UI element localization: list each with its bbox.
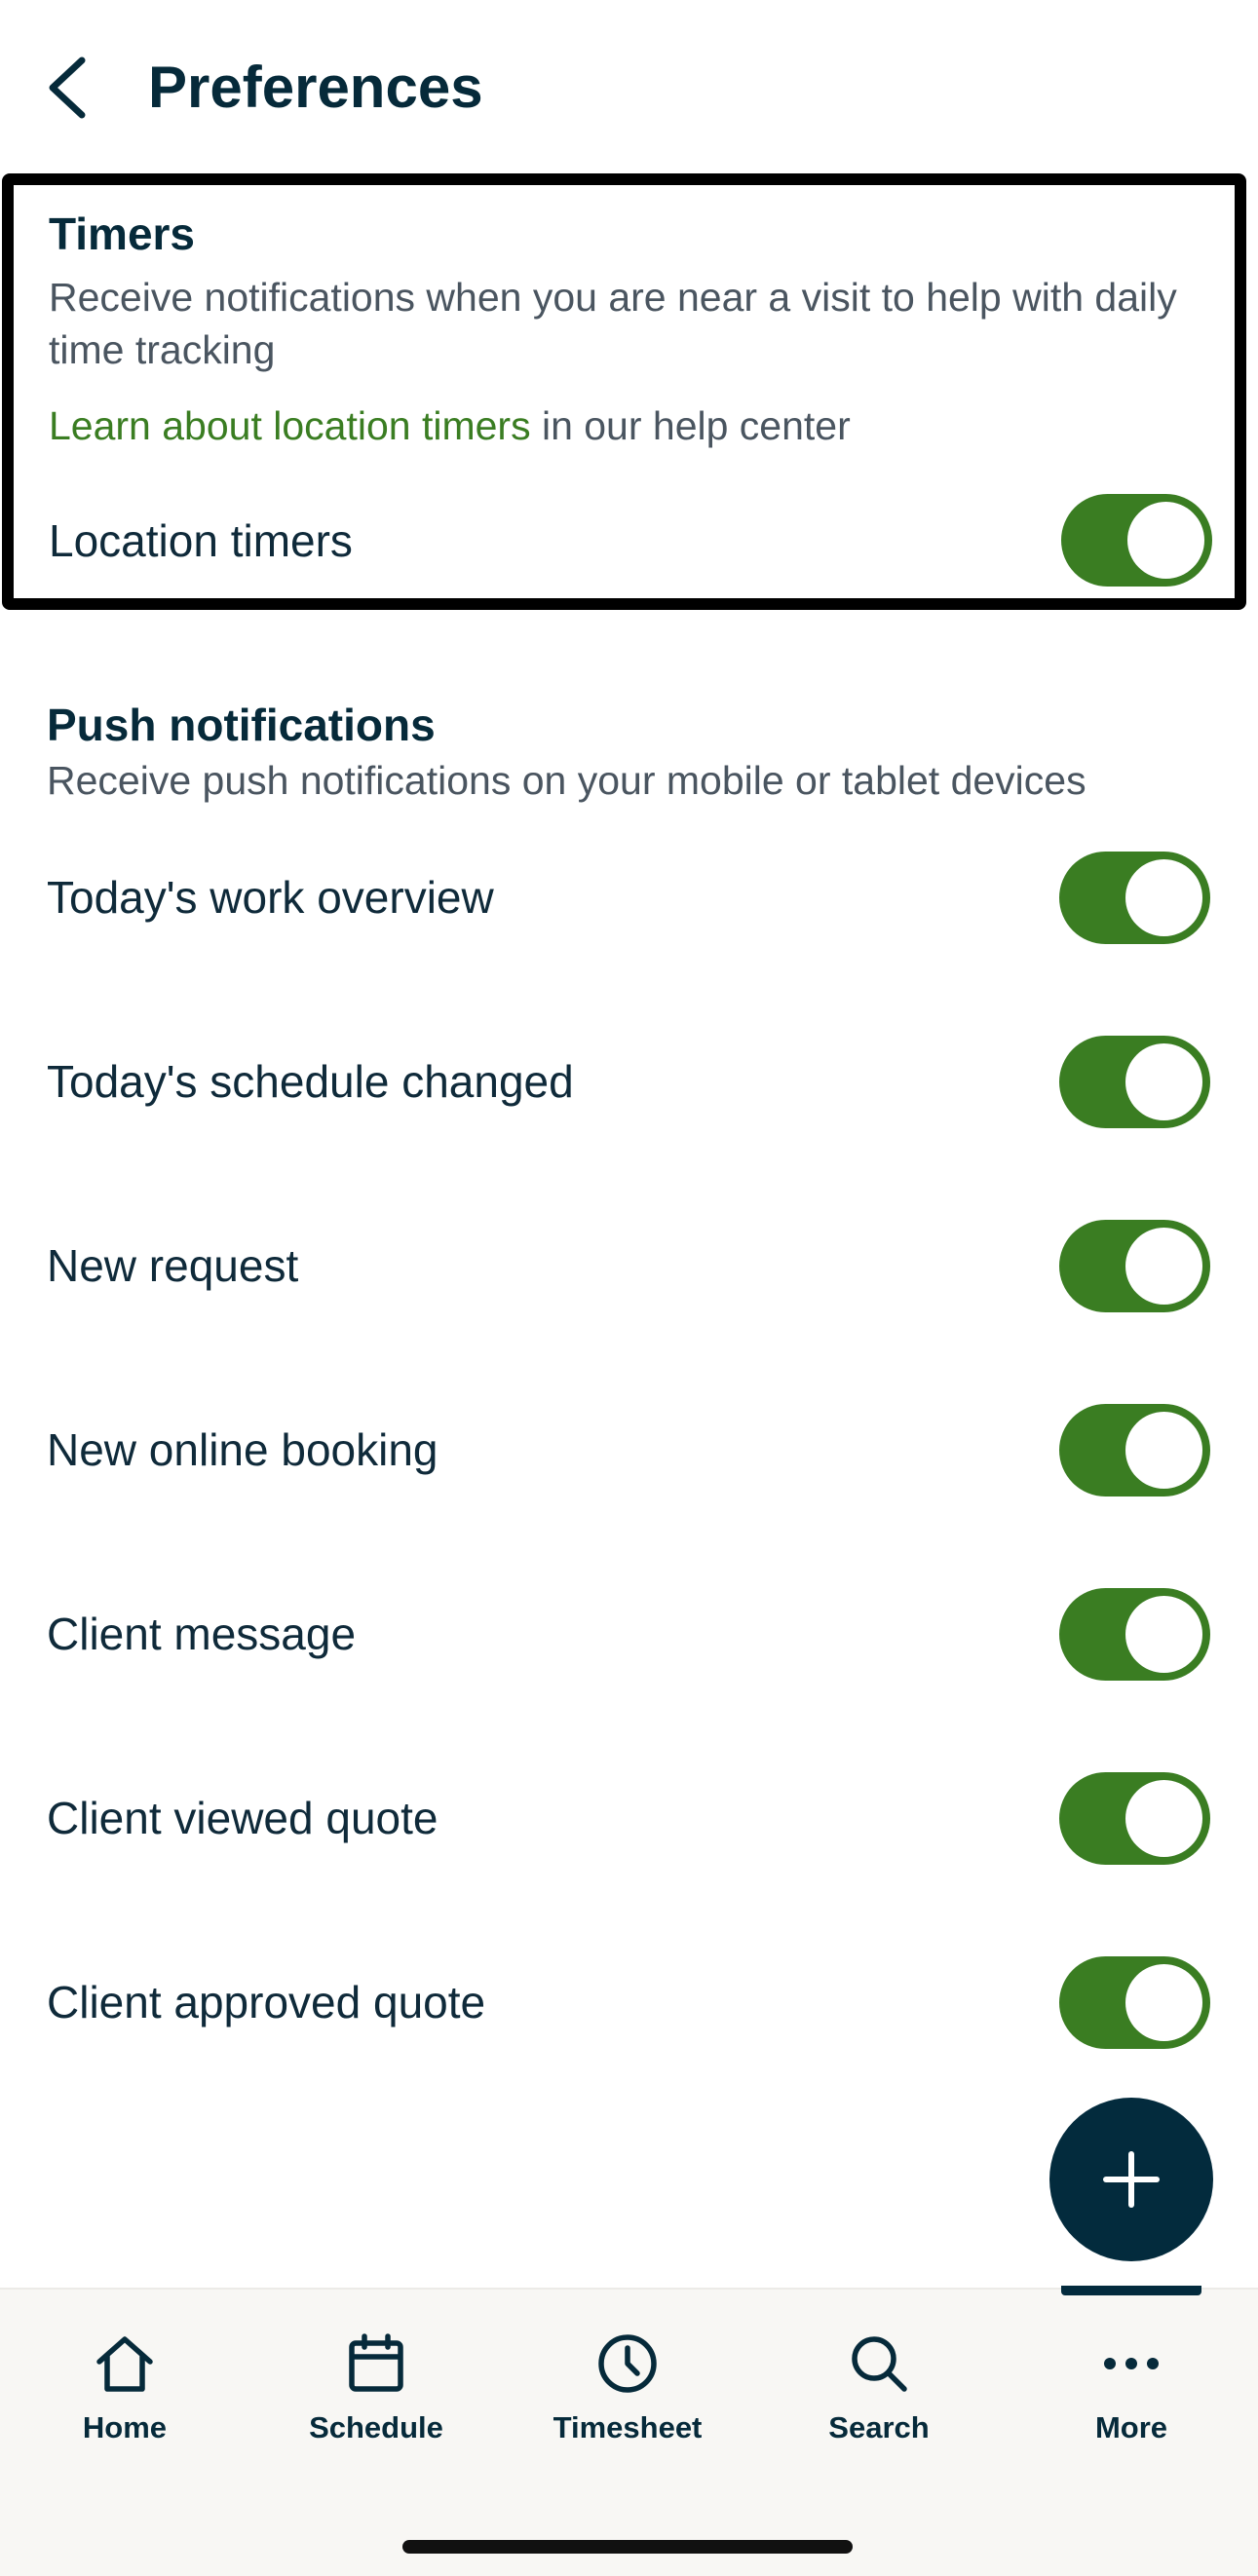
plus-icon (1103, 2151, 1160, 2208)
push-title: Push notifications (47, 700, 436, 750)
nav-item-timesheet[interactable]: Timesheet (530, 2329, 725, 2465)
toggle-viewed-quote[interactable] (1059, 1772, 1210, 1865)
back-button[interactable] (39, 49, 94, 127)
help-center-suffix: in our help center (530, 403, 851, 448)
nav-label-timesheet: Timesheet (553, 2410, 703, 2444)
toggle-knob (1127, 502, 1204, 579)
home-indicator[interactable] (402, 2540, 853, 2554)
location-timers-toggle[interactable] (1061, 494, 1212, 587)
toggle-knob (1125, 1043, 1202, 1120)
setting-label-work-overview: Today's work overview (47, 872, 494, 923)
setting-label-approved-quote: Client approved quote (47, 1977, 486, 2027)
nav-item-schedule[interactable]: Schedule (279, 2329, 474, 2465)
location-timers-label: Location timers (49, 515, 353, 566)
nav-label-schedule: Schedule (309, 2410, 443, 2444)
nav-label-more: More (1094, 2410, 1168, 2444)
nav-label-home: Home (82, 2410, 168, 2444)
add-button[interactable] (1049, 2098, 1213, 2261)
nav-item-search[interactable]: Search (781, 2329, 976, 2465)
setting-label-new-request: New request (47, 1240, 299, 1291)
learn-location-timers-link[interactable]: Learn about location timers (49, 403, 531, 448)
nav-label-search: Search (828, 2410, 930, 2444)
nav-item-home[interactable]: Home (27, 2329, 222, 2465)
nav-item-more[interactable]: More (1034, 2329, 1229, 2465)
active-tab-indicator (1061, 2286, 1201, 2295)
toggle-client-message[interactable] (1059, 1588, 1210, 1681)
page-title: Preferences (148, 55, 483, 120)
setting-label-online-booking: New online booking (47, 1424, 438, 1475)
setting-label-client-message: Client message (47, 1609, 357, 1659)
toggle-knob (1125, 1228, 1202, 1305)
search-icon (852, 2336, 907, 2392)
toggle-schedule-changed[interactable] (1059, 1036, 1210, 1128)
toggle-knob (1125, 859, 1202, 936)
timers-help-line: Learn about location timers in our help … (49, 399, 851, 452)
setting-label-schedule-changed: Today's schedule changed (47, 1056, 574, 1107)
toggle-knob (1125, 1780, 1202, 1857)
more-icon (1104, 2358, 1159, 2369)
setting-label-viewed-quote: Client viewed quote (47, 1793, 438, 1843)
toggle-new-request[interactable] (1059, 1220, 1210, 1312)
toggle-approved-quote[interactable] (1059, 1956, 1210, 2049)
bottom-nav: Home Schedule Timesheet Search More (0, 2286, 1258, 2576)
chevron-left-icon (49, 57, 86, 119)
timers-description: Receive notifications when you are near … (49, 275, 1177, 372)
toggle-knob (1125, 1964, 1202, 2041)
toggle-knob (1125, 1412, 1202, 1489)
home-icon (96, 2336, 153, 2392)
timers-section: Timers Receive notifications when you ar… (2, 173, 1246, 610)
push-description: Receive push notifications on your mobil… (47, 758, 1086, 803)
timers-title: Timers (49, 208, 196, 259)
toggle-knob (1125, 1596, 1202, 1673)
header: Preferences (0, 0, 1258, 175)
toggle-online-booking[interactable] (1059, 1404, 1210, 1496)
clock-icon (598, 2334, 657, 2393)
calendar-icon (349, 2333, 403, 2392)
toggle-work-overview[interactable] (1059, 852, 1210, 944)
